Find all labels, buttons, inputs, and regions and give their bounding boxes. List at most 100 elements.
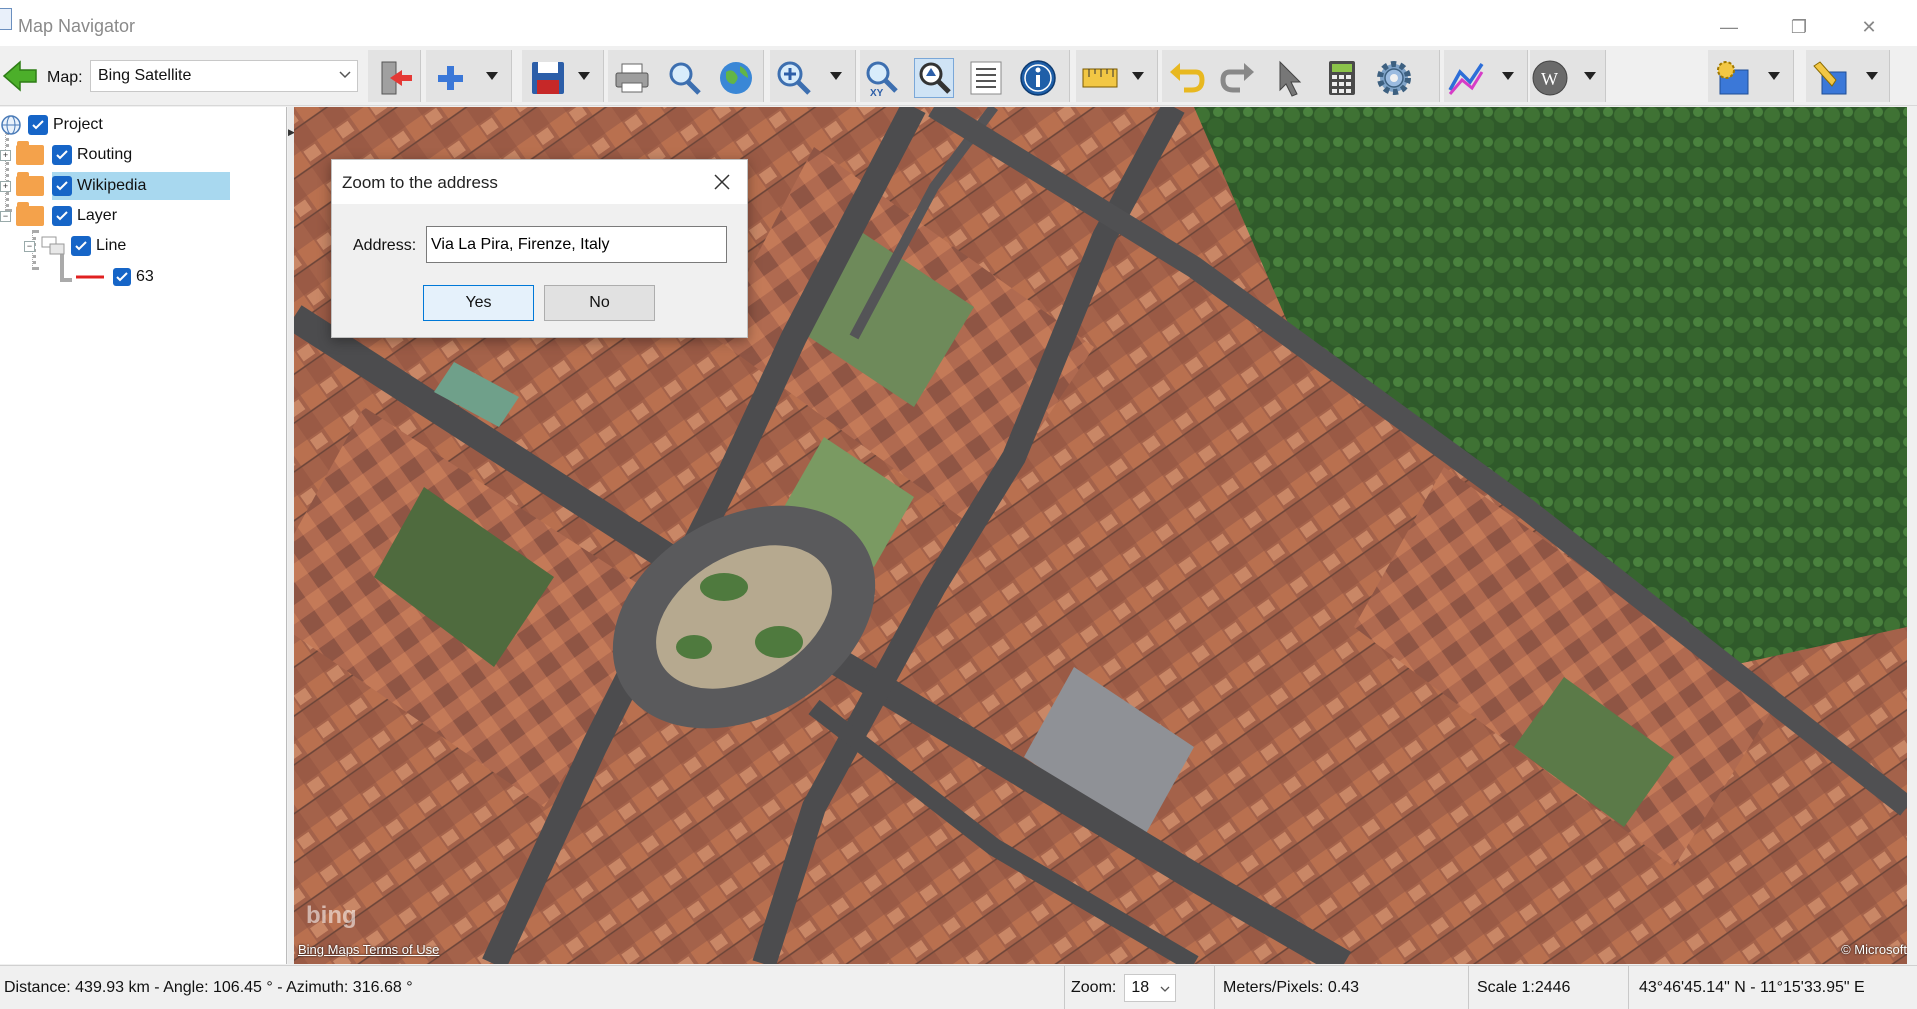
zoom-button[interactable] <box>774 58 814 98</box>
address-input[interactable] <box>426 226 727 263</box>
chevron-down-icon[interactable] <box>1768 72 1780 82</box>
chevron-down-icon[interactable] <box>578 72 590 82</box>
undo-button[interactable] <box>1166 58 1206 98</box>
chevron-down-icon[interactable] <box>1584 72 1596 82</box>
redo-button[interactable] <box>1218 58 1258 98</box>
edit-button[interactable] <box>1810 58 1850 98</box>
check-icon <box>116 272 128 282</box>
wikipedia-button[interactable]: W <box>1530 58 1570 98</box>
measure-button[interactable] <box>1080 58 1120 98</box>
globe-button[interactable] <box>716 58 756 98</box>
wikipedia-checkbox[interactable] <box>52 176 72 196</box>
terms-of-use-link[interactable]: Bing Maps Terms of Use <box>298 942 439 957</box>
distance-text: Distance: 439.93 km - Angle: 106.45 ° - … <box>4 978 413 996</box>
exit-button[interactable] <box>374 58 414 98</box>
expand-icon[interactable]: + <box>0 149 11 161</box>
settings-icon <box>1377 61 1411 95</box>
zoom-extent-icon <box>919 62 951 94</box>
line-checkbox[interactable] <box>71 236 91 256</box>
tree-item-routing[interactable]: + Routing <box>0 141 132 168</box>
back-arrow-icon <box>2 60 37 92</box>
toolbar-group-measure <box>1076 50 1158 102</box>
chevron-down-icon[interactable] <box>486 72 498 82</box>
tree-item-project[interactable]: Project <box>0 112 103 138</box>
check-icon <box>56 211 68 221</box>
print-button[interactable] <box>612 58 652 98</box>
tree-connector <box>5 127 9 212</box>
layer-style-icon <box>1717 61 1749 95</box>
chevron-down-icon[interactable] <box>830 72 842 82</box>
check-icon <box>56 150 68 160</box>
tree-item-line[interactable]: − Line <box>24 233 126 259</box>
dialog-titlebar: Zoom to the address <box>332 160 747 204</box>
exit-icon <box>381 61 412 95</box>
scale-readout: Scale 1:2446 <box>1468 966 1628 1009</box>
collapse-icon[interactable]: − <box>24 240 35 252</box>
routing-checkbox[interactable] <box>52 145 72 165</box>
close-window-button[interactable]: ✕ <box>1846 10 1892 44</box>
dialog-close-button[interactable] <box>704 168 740 196</box>
edit-icon <box>1813 61 1847 95</box>
restore-button[interactable]: ❐ <box>1776 10 1822 44</box>
save-button[interactable] <box>528 58 568 98</box>
tree-item-wikipedia[interactable]: + Wikipedia <box>0 172 146 199</box>
chevron-down-icon[interactable] <box>1132 72 1144 82</box>
measure-icon <box>1082 68 1118 88</box>
toolbar-group-add <box>426 50 512 102</box>
layer-checkbox[interactable] <box>52 206 72 226</box>
toolbar-group-editing <box>1806 50 1890 102</box>
zoom-extent-button[interactable] <box>914 58 954 98</box>
save-icon <box>532 62 564 94</box>
chevron-down-icon[interactable] <box>1502 72 1514 82</box>
add-button[interactable] <box>430 58 470 98</box>
zoom-value: 18 <box>1131 978 1150 996</box>
info-button[interactable] <box>1018 58 1058 98</box>
redo-icon <box>1220 63 1254 93</box>
search-button[interactable] <box>664 58 704 98</box>
back-button[interactable] <box>0 58 40 94</box>
tree-item-label: Line <box>96 237 127 254</box>
microsoft-credit: © Microsoft <box>1841 942 1907 957</box>
toolbar-group-exit <box>368 50 421 102</box>
map-select[interactable]: Bing Satellite <box>90 60 358 92</box>
list-button[interactable] <box>966 58 1006 98</box>
title-bar: Map Navigator — ❐ ✕ <box>0 0 1917 46</box>
check-icon <box>56 181 68 191</box>
toolbar-group-zoom <box>770 50 856 102</box>
settings-button[interactable] <box>1374 58 1414 98</box>
no-button[interactable]: No <box>544 285 655 321</box>
feature-63-checkbox[interactable] <box>113 268 131 286</box>
folder-icon <box>16 202 44 226</box>
toolbar-group-draw <box>1444 50 1528 102</box>
zoom-select[interactable]: 18 <box>1124 973 1177 1002</box>
layer-style-button[interactable] <box>1712 58 1752 98</box>
pointer-icon <box>1279 60 1302 97</box>
draw-line-button[interactable] <box>1446 58 1486 98</box>
check-icon <box>32 120 44 130</box>
project-checkbox[interactable] <box>28 115 48 135</box>
tree-item-layer[interactable]: − Layer <box>0 202 118 229</box>
folder-icon <box>16 172 44 196</box>
map-right-edge <box>1907 107 1917 964</box>
print-icon <box>615 63 649 93</box>
add-icon <box>438 66 463 90</box>
pointer-button[interactable] <box>1270 58 1310 98</box>
zoom-xy-button[interactable]: XY <box>862 58 902 98</box>
meters-per-pixel-readout: Meters/Pixels: 0.43 <box>1214 966 1468 1009</box>
collapse-icon[interactable]: − <box>0 210 11 222</box>
map-label: Map: <box>47 69 83 86</box>
expand-icon[interactable]: + <box>0 180 11 192</box>
svg-text:W: W <box>1541 69 1558 89</box>
meters-per-pixel-text: Meters/Pixels: 0.43 <box>1223 978 1360 996</box>
distance-readout: Distance: 439.93 km - Angle: 106.45 ° - … <box>0 966 1054 1009</box>
close-icon <box>714 174 730 190</box>
chevron-down-icon[interactable] <box>1866 72 1878 82</box>
yes-button[interactable]: Yes <box>423 285 534 321</box>
undo-icon <box>1170 63 1205 93</box>
calculator-button[interactable] <box>1322 58 1362 98</box>
tree-item-63[interactable]: 63 <box>76 264 154 290</box>
coordinates-readout: 43°46'45.14" N - 11°15'33.95" E <box>1628 966 1917 1009</box>
minimize-button[interactable]: — <box>1706 10 1752 44</box>
tree-item-label: Project <box>53 116 103 133</box>
tree-item-label: Layer <box>77 207 118 224</box>
